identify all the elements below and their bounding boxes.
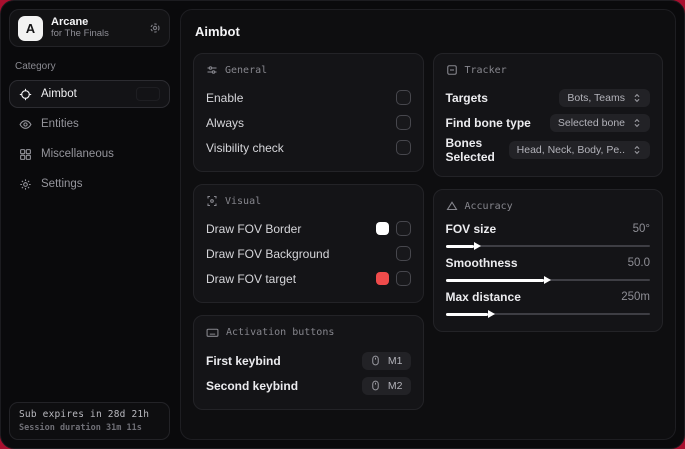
setting-row-visibility-check: Visibility check [206,136,411,159]
sliders-icon [206,64,218,76]
mouse-icon [370,380,381,391]
bones-selected-select[interactable]: Head, Neck, Body, Pe.. [508,141,650,159]
setting-row-draw-fov-border: Draw FOV Border [206,217,411,240]
tracker-card: Tracker Targets Bots, Teams Find bone ty… [432,53,663,177]
keyboard-icon [206,326,219,339]
visibility-check-checkbox[interactable] [395,140,411,155]
setting-row-second-keybind: Second keybind M2 [206,374,411,397]
brand-subtitle: for The Finals [51,27,109,39]
aimbot-keybind-hint [136,87,160,101]
sidebar-nav: Aimbot Entities Miscellaneous Settings [9,80,170,198]
sidebar-item-label: Settings [41,178,83,190]
fov-border-color-swatch[interactable] [375,222,389,235]
brand-logo: A [18,15,43,41]
sidebar-item-miscellaneous[interactable]: Miscellaneous [9,140,170,168]
slider-thumb[interactable] [488,310,496,318]
view-icon [206,195,218,207]
sidebar-item-entities[interactable]: Entities [9,110,170,138]
eye-icon [19,118,32,131]
draw-fov-border-checkbox[interactable] [395,221,411,236]
app-window: A Arcane for The Finals Category Aimbot … [0,0,685,449]
chevron-up-down-icon [632,118,642,128]
smoothness-value: 50.0 [627,257,650,269]
find-bone-type-select[interactable]: Selected bone [549,113,650,132]
sidebar-item-aimbot[interactable]: Aimbot [9,80,170,108]
setting-row-draw-fov-background: Draw FOV Background [206,242,411,265]
general-card: General Enable Always Visibility check [193,53,424,172]
subscription-card: Sub expires in 28d 21h Session duration … [9,402,170,440]
setting-row-max-distance: Max distance 250m [445,290,650,318]
card-title: General [225,64,268,76]
smoothness-slider[interactable] [445,276,650,284]
setting-row-first-keybind: First keybind M1 [206,349,411,372]
sidebar-item-label: Entities [41,118,79,130]
chevron-up-down-icon [632,145,642,155]
crosshair-icon [19,88,32,101]
session-duration: Session duration 31m 11s [19,423,142,433]
sidebar-item-label: Miscellaneous [41,148,114,160]
setting-row-find-bone-type: Find bone type Selected bone [446,111,650,134]
targets-select[interactable]: Bots, Teams [559,88,650,107]
first-keybind-button[interactable]: M1 [361,351,411,370]
draw-fov-target-checkbox[interactable] [395,271,411,286]
card-title: Accuracy [464,200,513,212]
always-checkbox[interactable] [395,115,411,130]
slider-thumb[interactable] [543,276,551,284]
sidebar-item-label: Aimbot [41,88,77,100]
triangle-icon [446,200,458,212]
setting-row-targets: Targets Bots, Teams [446,86,650,109]
subscription-expiry: Sub expires in 28d 21h [19,409,150,420]
card-title: Visual [225,195,262,207]
enable-checkbox[interactable] [395,90,411,105]
fov-size-slider[interactable] [445,242,650,250]
card-title: Tracker [464,64,507,76]
slider-thumb[interactable] [474,242,482,250]
main-panel: Aimbot General Enable Always Visibility … [180,9,676,440]
fov-size-value: 50° [632,223,650,235]
brand-card: A Arcane for The Finals [9,9,170,47]
activation-card: Activation buttons First keybind M1 Seco… [193,315,424,410]
setting-row-always: Always [206,111,411,134]
focus-icon [446,64,458,76]
gear-icon [19,178,32,191]
chevron-up-down-icon [632,93,642,103]
card-title: Activation buttons [226,327,335,338]
page-title: Aimbot [195,24,240,39]
max-distance-slider[interactable] [445,310,650,318]
max-distance-value: 250m [621,291,650,303]
visual-card: Visual Draw FOV Border Draw FOV Backgrou… [193,184,424,303]
setting-row-draw-fov-target: Draw FOV target [206,267,411,290]
brand-name: Arcane [51,16,89,29]
setting-row-smoothness: Smoothness 50.0 [445,256,650,284]
category-label: Category [15,61,56,72]
sidebar-item-settings[interactable]: Settings [9,170,170,198]
setting-row-enable: Enable [206,86,411,109]
grid-icon [19,148,32,161]
setting-row-bones-selected: Bones Selected Head, Neck, Body, Pe.. [446,136,650,164]
accuracy-card: Accuracy FOV size 50° Smoothness 50.0 Ma… [432,189,663,332]
setting-row-fov-size: FOV size 50° [445,222,650,250]
sidebar: A Arcane for The Finals Category Aimbot … [1,1,178,448]
mouse-icon [370,355,381,366]
second-keybind-button[interactable]: M2 [361,376,411,395]
fov-target-color-swatch[interactable] [375,272,389,285]
draw-fov-background-checkbox[interactable] [395,246,411,261]
sync-icon[interactable] [149,22,161,34]
